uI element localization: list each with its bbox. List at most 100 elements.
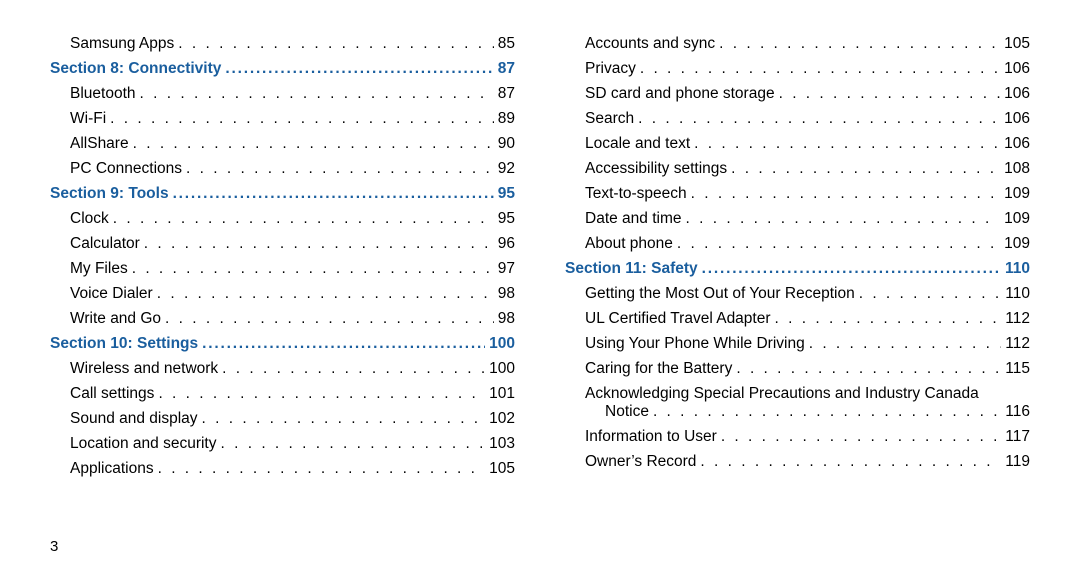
- toc-entry-page: 112: [1005, 335, 1030, 353]
- toc-entry-page: 95: [498, 210, 515, 228]
- toc-entry-page: 119: [1005, 453, 1030, 471]
- toc-entry-page: 110: [1005, 285, 1030, 303]
- toc-leader: [222, 360, 485, 378]
- toc-leader: [702, 260, 1001, 278]
- toc-entry-page: 100: [489, 360, 515, 378]
- toc-entry-label-line1: Acknowledging Special Precautions and In…: [585, 385, 1030, 403]
- toc-section: Section 9: Tools 95: [50, 185, 515, 203]
- toc-entry: PC Connections 92: [50, 160, 515, 178]
- toc-entry-label: Information to User: [585, 428, 717, 446]
- toc-leader: [165, 310, 494, 328]
- toc-entry: My Files 97: [50, 260, 515, 278]
- toc-entry-page: 106: [1004, 85, 1030, 103]
- toc-leader: [140, 85, 494, 103]
- toc-entry: Search 106: [565, 110, 1030, 128]
- toc-leader: [640, 60, 1000, 78]
- toc-entry-page: 108: [1004, 160, 1030, 178]
- toc-leader: [157, 285, 494, 303]
- toc-leader: [186, 160, 494, 178]
- toc-column-left: Samsung Apps 85 Section 8: Connectivity …: [50, 35, 515, 485]
- toc-section: Section 8: Connectivity 87: [50, 60, 515, 78]
- toc-entry-page: 96: [498, 235, 515, 253]
- toc-entry-label: Search: [585, 110, 634, 128]
- toc-entry-page: 116: [1005, 403, 1030, 421]
- toc-entry-label: About phone: [585, 235, 673, 253]
- toc-entry-page: 109: [1004, 210, 1030, 228]
- toc-entry-label: Wireless and network: [70, 360, 218, 378]
- toc-leader: [158, 385, 485, 403]
- toc-entry: SD card and phone storage 106: [565, 85, 1030, 103]
- toc-leader: [638, 110, 1000, 128]
- toc-entry-label: Owner’s Record: [585, 453, 696, 471]
- toc-entry-label: Getting the Most Out of Your Reception: [585, 285, 855, 303]
- toc-entry-label: Accessibility settings: [585, 160, 727, 178]
- toc-entry-label: Text-to-speech: [585, 185, 687, 203]
- toc-section-page: 110: [1005, 260, 1030, 278]
- toc-entry-page: 106: [1004, 60, 1030, 78]
- toc-entry-page: 112: [1005, 310, 1030, 328]
- toc-entry-label: Sound and display: [70, 410, 198, 428]
- toc-entry-label: Applications: [70, 460, 154, 478]
- toc-entry: Location and security 103: [50, 435, 515, 453]
- toc-entry-page: 105: [489, 460, 515, 478]
- toc-entry-label: Bluetooth: [70, 85, 136, 103]
- toc-section-page: 95: [498, 185, 515, 203]
- toc-entry: Bluetooth 87: [50, 85, 515, 103]
- toc-entry-wrapped: Acknowledging Special Precautions and In…: [565, 385, 1030, 421]
- toc-leader: [859, 285, 1002, 303]
- toc-entry: UL Certified Travel Adapter 112: [565, 310, 1030, 328]
- toc-column-right: Accounts and sync 105 Privacy 106 SD car…: [565, 35, 1030, 485]
- toc-entry-label: AllShare: [70, 135, 129, 153]
- toc-entry-label: Clock: [70, 210, 109, 228]
- toc-entry: Accessibility settings 108: [565, 160, 1030, 178]
- toc-leader: [719, 35, 1000, 53]
- toc-entry: Calculator 96: [50, 235, 515, 253]
- toc-entry-label: Location and security: [70, 435, 216, 453]
- toc-entry-label: Voice Dialer: [70, 285, 153, 303]
- toc-entry: Owner’s Record 119: [565, 453, 1030, 471]
- toc-entry-label: Samsung Apps: [70, 35, 174, 53]
- toc-entry-label: SD card and phone storage: [585, 85, 775, 103]
- toc-entry-page: 98: [498, 285, 515, 303]
- toc-leader: [691, 185, 1000, 203]
- toc-entry-page: 103: [489, 435, 515, 453]
- toc-entry-label: Date and time: [585, 210, 682, 228]
- toc-entry: Sound and display 102: [50, 410, 515, 428]
- toc-entry: Using Your Phone While Driving 112: [565, 335, 1030, 353]
- toc-section-label: Section 10: Settings: [50, 335, 198, 353]
- toc-section: Section 11: Safety 110: [565, 260, 1030, 278]
- toc-leader: [202, 335, 485, 353]
- toc-entry-page: 109: [1004, 235, 1030, 253]
- toc-leader: [110, 110, 494, 128]
- toc-entry: Call settings 101: [50, 385, 515, 403]
- toc-entry-label: PC Connections: [70, 160, 182, 178]
- toc-entry-page: 92: [498, 160, 515, 178]
- toc-entry-label: My Files: [70, 260, 128, 278]
- toc-leader: [202, 410, 486, 428]
- toc-entry-label: Call settings: [70, 385, 154, 403]
- toc-entry-page: 101: [489, 385, 515, 403]
- toc-entry-page: 105: [1004, 35, 1030, 53]
- toc-entry-label: Wi-Fi: [70, 110, 106, 128]
- toc-leader: [113, 210, 494, 228]
- toc-entry: Accounts and sync 105: [565, 35, 1030, 53]
- toc-entry: Clock 95: [50, 210, 515, 228]
- toc-entry-label-line2: Notice: [605, 403, 649, 421]
- toc-leader: [173, 185, 494, 203]
- toc-section-label: Section 8: Connectivity: [50, 60, 221, 78]
- toc-entry-page: 89: [498, 110, 515, 128]
- toc-section-page: 87: [498, 60, 515, 78]
- toc-entry-page: 115: [1005, 360, 1030, 378]
- toc-entry-page: 106: [1004, 110, 1030, 128]
- toc-leader: [653, 403, 1001, 421]
- toc-leader: [220, 435, 485, 453]
- toc-entry-page: 106: [1004, 135, 1030, 153]
- toc-leader: [731, 160, 1000, 178]
- toc-section-label: Section 9: Tools: [50, 185, 169, 203]
- toc-entry-page: 87: [498, 85, 515, 103]
- toc-entry-page: 102: [489, 410, 515, 428]
- toc-leader: [779, 85, 1001, 103]
- toc-entry: Caring for the Battery 115: [565, 360, 1030, 378]
- toc-leader: [721, 428, 1001, 446]
- toc-entry: Information to User 117: [565, 428, 1030, 446]
